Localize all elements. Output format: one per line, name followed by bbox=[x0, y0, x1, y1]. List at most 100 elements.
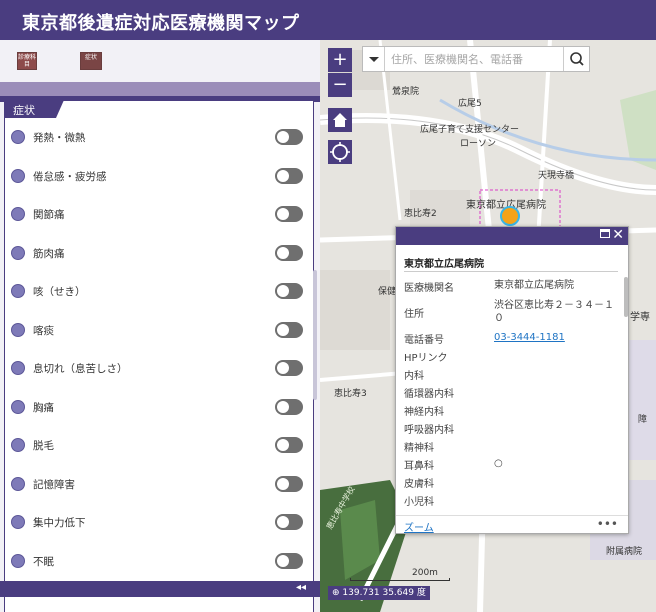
scale-bar bbox=[350, 578, 450, 581]
symptom-label: 脱毛 bbox=[33, 440, 54, 452]
symptom-toggle[interactable] bbox=[275, 360, 303, 376]
scale-label: 200m bbox=[412, 568, 438, 578]
attr-key: 住所 bbox=[404, 309, 424, 320]
symptom-row: 咳（せき） bbox=[5, 273, 313, 312]
attr-value: ○ bbox=[494, 458, 503, 469]
app-header: 東京都後遺症対応医療機関マップ bbox=[0, 0, 656, 40]
map-area[interactable]: 鶯泉院 広尾5 広尾子育て支援センター ローソン 天現寺橋 恵比寿2 東京都立広… bbox=[320, 40, 656, 612]
app-title: 東京都後遺症対応医療機関マップ bbox=[22, 13, 300, 34]
symptom-toggle[interactable] bbox=[275, 475, 303, 492]
tab-symptom[interactable]: 症状 bbox=[80, 52, 102, 70]
coordinate-text: 139.731 35.649 度 bbox=[342, 588, 426, 598]
symptom-label: 集中力低下 bbox=[33, 517, 86, 529]
attr-row: 循環器内科 bbox=[404, 383, 622, 401]
nav-tabs: 診療科目 症状 bbox=[0, 40, 320, 82]
popup-footer-divider bbox=[396, 515, 628, 516]
attr-key: 皮膚科 bbox=[404, 479, 434, 490]
bullet-icon bbox=[11, 130, 25, 144]
symptom-label: 筋肉痛 bbox=[33, 247, 65, 260]
zoom-out-button[interactable]: − bbox=[328, 73, 352, 97]
symptom-label: 咳（せき） bbox=[33, 286, 86, 298]
bullet-icon bbox=[11, 168, 25, 183]
home-button[interactable] bbox=[328, 108, 352, 132]
symptom-toggle[interactable] bbox=[275, 552, 303, 569]
symptom-label: 倦怠感・疲労感 bbox=[33, 170, 107, 183]
map-label: 鶯泉院 bbox=[392, 87, 420, 97]
info-popup: ✕ 東京都立広尾病院 医療機関名 東京都立広尾病院 住所 渋谷区恵比寿２－３４－１０… bbox=[395, 226, 629, 534]
symptom-toggle[interactable] bbox=[275, 398, 303, 415]
attr-row: 内科 bbox=[404, 365, 622, 383]
panel-scrollbar[interactable] bbox=[313, 270, 317, 400]
hospital-marker[interactable] bbox=[500, 206, 520, 226]
attr-value: 東京都立広尾病院 bbox=[494, 280, 574, 291]
attr-key: 医療機関名 bbox=[404, 283, 454, 294]
attr-row: HPリンク bbox=[404, 347, 622, 365]
maximize-icon[interactable] bbox=[600, 229, 610, 238]
symptom-label: 記憶障害 bbox=[33, 478, 75, 491]
bullet-icon bbox=[11, 515, 25, 529]
map-label: 天現寺橋 bbox=[538, 171, 575, 181]
map-label: 学専 bbox=[630, 312, 650, 323]
symptom-toggle[interactable] bbox=[275, 514, 303, 530]
symptom-label: 胸痛 bbox=[33, 401, 54, 414]
attr-key: 循環器内科 bbox=[404, 389, 454, 400]
symptom-toggle[interactable] bbox=[275, 206, 303, 222]
collapse-panel-button[interactable]: ◂◂ bbox=[296, 582, 306, 593]
symptom-toggle[interactable] bbox=[275, 244, 303, 261]
symptom-row: 喀痰 bbox=[5, 312, 313, 351]
search-box bbox=[362, 46, 590, 72]
symptom-toggle[interactable] bbox=[275, 321, 303, 338]
symptom-panel: 症状 発熱・微熱 倦怠感・疲労感 関節痛 筋肉痛 咳（せき） 喀痰 息切れ（息苦… bbox=[4, 100, 314, 612]
attr-row: 小児科 bbox=[404, 491, 622, 509]
bullet-icon bbox=[11, 322, 25, 337]
symptom-label: 不眠 bbox=[33, 555, 54, 568]
symptom-row: 不眠 bbox=[5, 543, 313, 582]
attr-row: 耳鼻科 ○ bbox=[404, 455, 622, 473]
zoom-to-link[interactable]: ズーム bbox=[404, 519, 434, 534]
zoom-in-button[interactable]: + bbox=[328, 48, 352, 72]
search-source-dropdown[interactable] bbox=[363, 47, 385, 71]
attr-row: 精神科 bbox=[404, 437, 622, 455]
bullet-icon bbox=[11, 438, 25, 452]
symptom-label: 息切れ（息苦しさ） bbox=[33, 363, 128, 375]
symptom-toggle[interactable] bbox=[275, 167, 303, 184]
map-label: ローソン bbox=[460, 139, 497, 149]
attr-key: 精神科 bbox=[404, 443, 434, 454]
symptom-toggle[interactable] bbox=[275, 129, 303, 145]
tab-department[interactable]: 診療科目 bbox=[17, 52, 37, 70]
popup-attributes: 医療機関名 東京都立広尾病院 住所 渋谷区恵比寿２－３４－１０ 電話番号 03-344… bbox=[404, 277, 622, 513]
search-input[interactable] bbox=[391, 50, 561, 68]
attr-key: 神経内科 bbox=[404, 407, 444, 418]
symptom-row: 記憶障害 bbox=[5, 466, 313, 505]
bullet-icon bbox=[11, 207, 25, 221]
attr-key: 小児科 bbox=[404, 497, 434, 508]
bullet-icon bbox=[11, 553, 25, 568]
attr-row: 医療機関名 東京都立広尾病院 bbox=[404, 277, 622, 297]
attr-key: 電話番号 bbox=[404, 335, 444, 346]
attr-row: 電話番号 03-3444-1181 bbox=[404, 329, 622, 347]
symptom-list: 発熱・微熱 倦怠感・疲労感 関節痛 筋肉痛 咳（せき） 喀痰 息切れ（息苦しさ）… bbox=[5, 119, 313, 581]
symptom-row: 関節痛 bbox=[5, 196, 313, 235]
symptom-toggle[interactable] bbox=[275, 283, 303, 299]
crosshair-icon: ⊕ bbox=[332, 588, 343, 598]
symptom-toggle[interactable] bbox=[275, 437, 303, 453]
symptom-row: 脱毛 bbox=[5, 427, 313, 466]
popup-title: 東京都立広尾病院 bbox=[404, 259, 484, 270]
more-options-button[interactable]: ••• bbox=[597, 517, 618, 531]
map-label: 恵比寿2 bbox=[404, 209, 437, 219]
phone-link[interactable]: 03-3444-1181 bbox=[494, 331, 620, 344]
chevron-down-icon bbox=[369, 57, 379, 62]
panel-tab-symptom[interactable]: 症状 bbox=[4, 100, 64, 118]
locate-button[interactable] bbox=[328, 140, 352, 164]
search-button[interactable] bbox=[563, 47, 589, 71]
bullet-icon bbox=[11, 245, 25, 260]
symptom-row: 倦怠感・疲労感 bbox=[5, 158, 313, 197]
map-label: 広尾子育て支援センター bbox=[420, 125, 520, 135]
popup-header: ✕ bbox=[396, 227, 628, 245]
symptom-row: 胸痛 bbox=[5, 389, 313, 428]
popup-scrollbar[interactable] bbox=[624, 277, 628, 317]
symptom-label: 発熱・微熱 bbox=[33, 132, 86, 144]
bullet-icon bbox=[11, 284, 25, 298]
close-icon[interactable]: ✕ bbox=[612, 227, 624, 243]
map-label: 附属病院 bbox=[606, 547, 643, 557]
